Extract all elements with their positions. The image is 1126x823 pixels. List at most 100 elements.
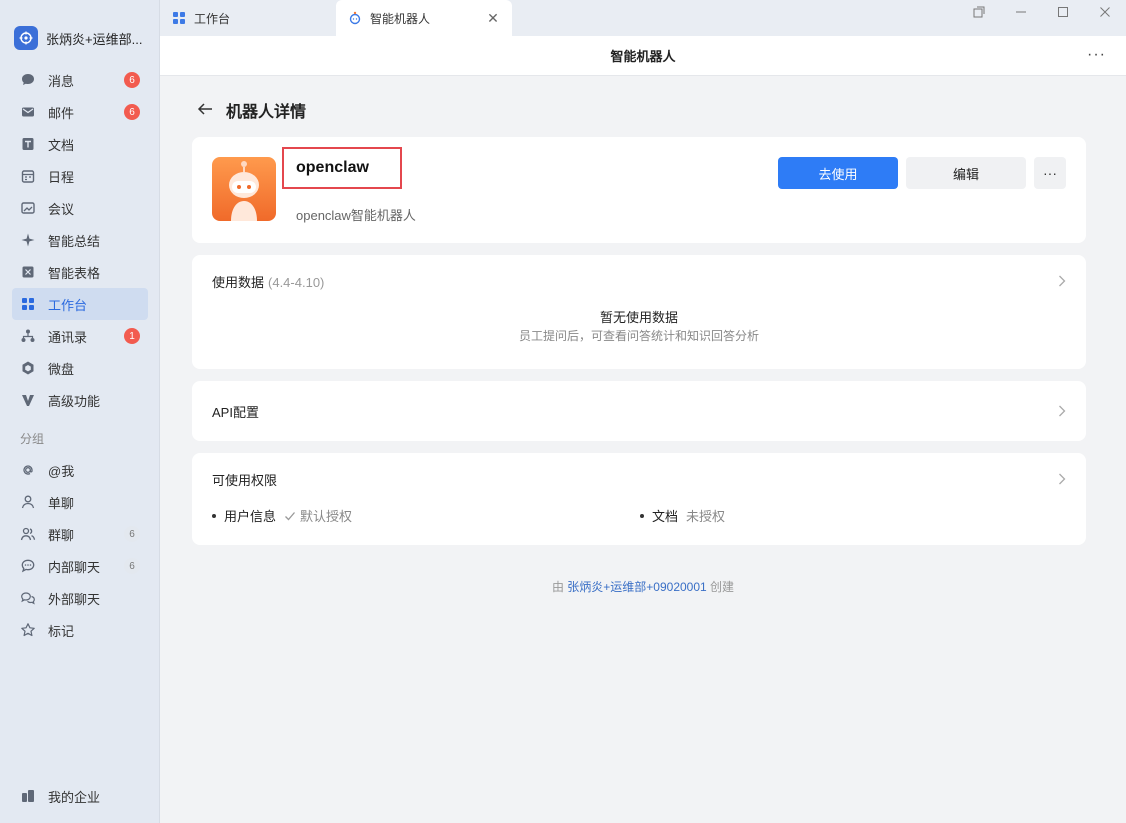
usage-date-range: (4.4-4.10) [268, 275, 325, 290]
doc-icon [20, 136, 36, 152]
usage-data-card[interactable]: 使用数据 (4.4-4.10) 暂无使用数据 员工提问后，可查看问答统计和知识回答… [192, 255, 1086, 369]
grid-icon [172, 11, 186, 25]
sidebar-item-workbench[interactable]: 工作台 [12, 288, 148, 320]
permission-item: 文档 未授权 [640, 506, 725, 525]
sidebar-nav: 消息 6 邮件 6 文档 日程 会议 智能总结 智能表格 工作台 通讯录 1 微… [12, 64, 148, 646]
at-icon [20, 462, 36, 478]
tab-workbench[interactable]: 工作台 [160, 0, 336, 36]
meeting-icon [20, 200, 36, 216]
star-icon [20, 622, 36, 638]
chevron-right-icon[interactable] [1058, 405, 1066, 417]
creator-link[interactable]: 张炳炎+运维部+09020001 [567, 580, 706, 594]
minimize-icon[interactable] [1000, 0, 1042, 24]
close-window-icon[interactable] [1084, 0, 1126, 24]
sidebar-item-label: 内部聊天 [48, 559, 101, 575]
maximize-icon[interactable] [1042, 0, 1084, 24]
sidebar-item-label: 智能表格 [48, 265, 101, 281]
sidebar-item-messages[interactable]: 消息 6 [12, 64, 148, 96]
empty-state-subtitle: 员工提问后，可查看问答统计和知识回答分析 [518, 329, 759, 343]
use-bot-button[interactable]: 去使用 [778, 157, 898, 189]
org-logo-icon [14, 26, 38, 50]
sidebar-item-label: 我的企业 [48, 789, 101, 805]
group-section-label: 分组 [20, 431, 45, 446]
count-badge: 6 [124, 558, 140, 574]
api-config-card[interactable]: API配置 [192, 381, 1086, 441]
sidebar-item-smart-summary[interactable]: 智能总结 [12, 224, 148, 256]
tab-label: 工作台 [194, 11, 231, 26]
edit-bot-button[interactable]: 编辑 [906, 157, 1026, 189]
sidebar-item-label: 外部聊天 [48, 591, 101, 607]
person-icon [20, 494, 36, 510]
grid-icon [20, 296, 36, 312]
chevron-right-icon[interactable] [1058, 275, 1066, 287]
permission-name: 文档 [652, 509, 679, 524]
count-badge: 6 [124, 526, 140, 542]
sidebar-item-internal-chat[interactable]: 内部聊天 6 [12, 550, 148, 582]
bullet [640, 513, 644, 518]
sidebar-item-starred[interactable]: 标记 [12, 614, 148, 646]
enterprise-icon [20, 788, 36, 804]
empty-state-title: 暂无使用数据 [599, 310, 678, 325]
bot-name: openclaw [296, 159, 369, 176]
sidebar-item-contacts[interactable]: 通讯录 1 [12, 320, 148, 352]
bot-name-highlight: openclaw [282, 147, 402, 189]
advanced-icon [20, 392, 36, 408]
chevron-right-icon[interactable] [1058, 473, 1066, 485]
sidebar-item-mail[interactable]: 邮件 6 [12, 96, 148, 128]
page-header: 智能机器人 ··· [160, 36, 1126, 76]
sidebar-item-label: 邮件 [48, 105, 75, 121]
sidebar-item-single-chat[interactable]: 单聊 [12, 486, 148, 518]
back-arrow-icon[interactable] [196, 100, 214, 121]
main-content: 机器人详情 openclaw openclaw智能机器人 去使用 编辑 ··· … [160, 76, 1126, 823]
back-header: 机器人详情 [196, 98, 306, 122]
mail-icon [20, 104, 36, 120]
sidebar-item-external-chat[interactable]: 外部聊天 [12, 582, 148, 614]
bot-description: openclaw智能机器人 [296, 208, 416, 223]
sparkle-icon [20, 232, 36, 248]
org-switcher[interactable]: 张炳炎+运维部... [14, 26, 142, 50]
sidebar-item-smart-table[interactable]: 智能表格 [12, 256, 148, 288]
chat-bubble-icon [20, 558, 36, 574]
sidebar-item-label: 微盘 [48, 361, 75, 377]
bot-avatar [212, 157, 276, 221]
sidebar-item-label: 智能总结 [48, 233, 101, 249]
unread-badge: 1 [124, 328, 140, 344]
permission-item: 用户信息 默认授权 [212, 506, 352, 525]
unread-badge: 6 [124, 104, 140, 120]
table-icon [20, 264, 36, 280]
page-title: 机器人详情 [226, 104, 307, 121]
usage-data-header: 使用数据 (4.4-4.10) [212, 272, 324, 291]
tab-smart-robot[interactable]: 智能机器人 ✕ [336, 0, 512, 36]
external-chat-icon [20, 590, 36, 606]
contacts-icon [20, 328, 36, 344]
sidebar-item-calendar[interactable]: 日程 [12, 160, 148, 192]
usage-data-title: 使用数据 [212, 275, 265, 290]
sidebar-item-my-enterprise[interactable]: 我的企业 [12, 780, 148, 812]
more-actions-button[interactable]: ··· [1034, 157, 1066, 189]
disk-icon [20, 360, 36, 376]
sidebar-item-group-chat[interactable]: 群聊 6 [12, 518, 148, 550]
api-config-title: API配置 [212, 405, 259, 420]
chat-icon [20, 72, 36, 88]
sidebar-item-label: 消息 [48, 73, 75, 89]
sidebar-item-label: @我 [48, 463, 75, 479]
sidebar-item-label: 会议 [48, 201, 75, 217]
permission-status-text: 默认授权 [300, 509, 353, 524]
sidebar-item-meeting[interactable]: 会议 [12, 192, 148, 224]
creator-footer: 由 张炳炎+运维部+09020001 创建 [160, 578, 1126, 595]
permissions-card[interactable]: 可使用权限 用户信息 默认授权 文档 未授权 [192, 453, 1086, 545]
sidebar-item-mentions[interactable]: @我 [12, 454, 148, 486]
sidebar-item-advanced[interactable]: 高级功能 [12, 384, 148, 416]
sidebar-bottom: 我的企业 [12, 780, 148, 812]
more-options-icon[interactable]: ··· [1087, 46, 1106, 64]
footer-suffix: 创建 [706, 580, 735, 594]
sidebar: 张炳炎+运维部... 消息 6 邮件 6 文档 日程 会议 智能总结 智能表格 … [0, 0, 160, 823]
footer-prefix: 由 [551, 580, 568, 594]
sidebar-item-docs[interactable]: 文档 [12, 128, 148, 160]
tab-label: 智能机器人 [370, 11, 431, 26]
close-icon[interactable]: ✕ [486, 11, 500, 25]
sidebar-item-label: 高级功能 [48, 393, 101, 409]
pop-out-icon[interactable] [958, 0, 1000, 24]
sidebar-item-disk[interactable]: 微盘 [12, 352, 148, 384]
bullet [212, 513, 216, 518]
